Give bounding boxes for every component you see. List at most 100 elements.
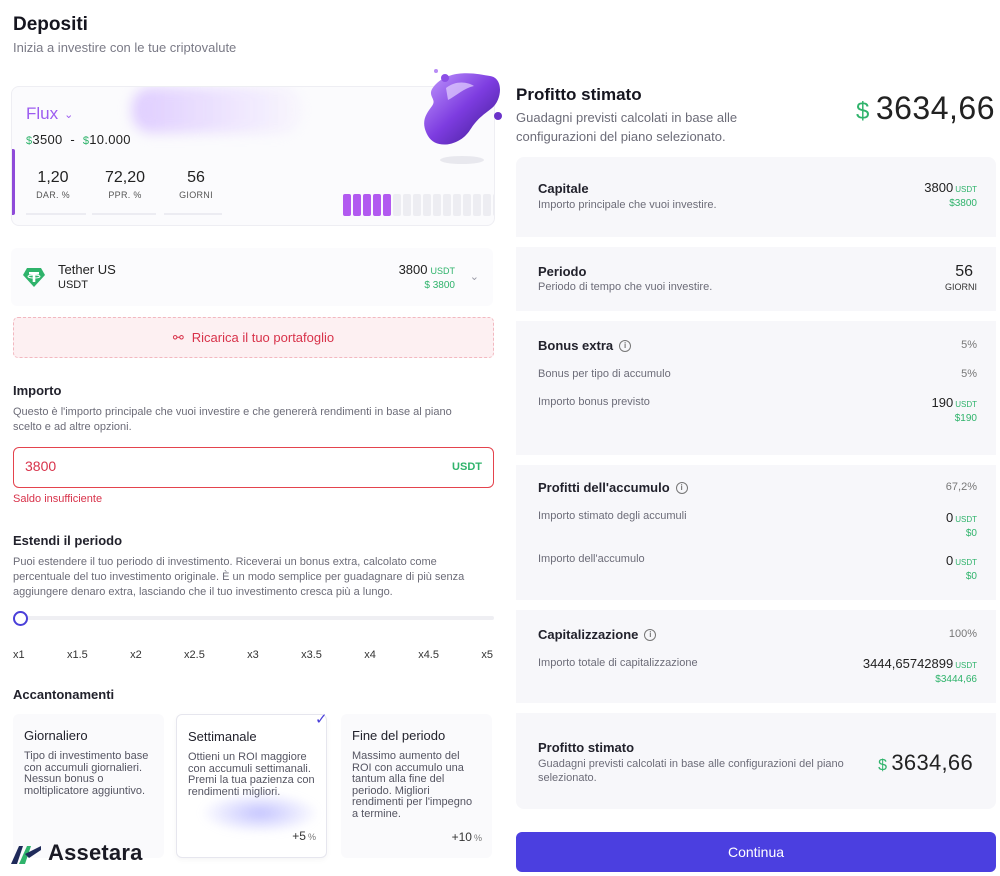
- stat-divider: [26, 213, 86, 215]
- plan-stat-label: DAR. %: [36, 190, 70, 200]
- coins-icon: ⚯: [172, 329, 184, 345]
- capital-value: 3800 USDT: [924, 180, 977, 195]
- wallet-name: Tether US: [58, 262, 116, 277]
- capital-desc: Importo principale che vuoi investire.: [538, 199, 717, 211]
- plan-stat-ppr: 72,20 PPR. %: [88, 169, 162, 200]
- plan-stat-value: 72,20: [104, 169, 146, 186]
- info-icon[interactable]: i: [675, 481, 688, 494]
- wallet-selector[interactable]: Tether US USDT 3800 USDT $ 3800 ⌄: [11, 248, 493, 306]
- chevron-down-icon: ⌄: [64, 108, 74, 121]
- plan-level-segment: [403, 194, 411, 216]
- plan-range-min: 3500: [32, 132, 63, 147]
- bonus-expected-label: Importo bonus previsto: [538, 396, 650, 408]
- accrual-estimated-usd: $0: [965, 528, 977, 539]
- accrual-option-title: Fine del periodo: [352, 728, 446, 743]
- plan-level-segment: [433, 194, 441, 216]
- period-tick-label[interactable]: x1.5: [67, 649, 88, 661]
- period-slider-handle[interactable]: [13, 611, 28, 626]
- assetara-logo-icon: [11, 846, 41, 864]
- amount-section-desc: Questo è l'importo principale che vuoi i…: [13, 406, 452, 433]
- bonus-type-pct: 5%: [961, 368, 977, 380]
- bonus-expected-value: 190 USDT: [932, 395, 977, 410]
- plan-range: $3500 - $10.000: [26, 132, 131, 147]
- summary-amount: $3634,66: [878, 750, 973, 776]
- period-tick-label[interactable]: x1: [13, 649, 25, 661]
- accruals-section-title: Accantonamenti: [13, 687, 115, 702]
- plan-accent-bar: [12, 149, 15, 215]
- capitalization-title: Capitalizzazione i: [538, 627, 657, 642]
- capital-unit: USDT: [955, 185, 977, 194]
- continue-button[interactable]: Continua: [516, 832, 996, 872]
- profit-title: Profitto stimato: [516, 85, 642, 104]
- capital-title-text: Capitale: [538, 181, 589, 196]
- accrual-amount-usd: $0: [965, 571, 977, 582]
- panel-divider: [516, 237, 996, 247]
- dollar-icon: $: [878, 757, 888, 774]
- crypto-blob-icon: [424, 69, 502, 164]
- top-up-label: Ricarica il tuo portafoglio: [191, 330, 335, 345]
- plan-stat-dar: 1,20 DAR. %: [16, 169, 90, 200]
- amount-field[interactable]: USDT: [13, 447, 494, 488]
- plan-stat-value: 1,20: [37, 169, 69, 186]
- capitalization-total-label: Importo totale di capitalizzazione: [538, 657, 698, 669]
- accrual-profit-title-text: Profitti dell'accumulo: [538, 480, 670, 495]
- wallet-amount-usd: $ 3800: [424, 280, 455, 291]
- plan-level-bars: [343, 194, 494, 216]
- capitalization-total-value-text: 3444,65742899: [862, 656, 954, 671]
- capitalization-total-value: 3444,65742899 USDT: [863, 656, 977, 671]
- capitalization-total-usd: $3444,66: [935, 674, 977, 685]
- panel-divider: [516, 703, 996, 713]
- plan-selector[interactable]: Flux ⌄: [26, 104, 73, 124]
- wallet-amount-value: 3800: [398, 262, 428, 277]
- plan-level-segment: [493, 194, 494, 216]
- plan-stat-label: PPR. %: [108, 190, 142, 200]
- top-up-wallet-button[interactable]: ⚯ Ricarica il tuo portafoglio: [13, 317, 494, 358]
- plan-level-segment: [353, 194, 361, 216]
- accrual-estimated-unit: USDT: [955, 515, 977, 524]
- amount-section-title: Importo: [13, 383, 62, 398]
- period-tick-label[interactable]: x3.5: [301, 649, 322, 661]
- plan-range-separator: -: [70, 132, 76, 147]
- plan-stat-giorni: 56 GIORNI: [159, 169, 233, 200]
- period-slider-ticks: x1 x1.5 x2 x2.5 x3 x3.5 x4 x4.5 x5: [13, 649, 493, 661]
- period-value: 56: [955, 263, 973, 280]
- period-tick-label[interactable]: x5: [481, 649, 493, 661]
- accrual-amount-value-text: 0: [945, 553, 954, 568]
- accrual-option-title: Settimanale: [188, 729, 257, 744]
- period-tick-label[interactable]: x2.5: [184, 649, 205, 661]
- amount-input[interactable]: [25, 458, 325, 474]
- amount-unit: USDT: [452, 461, 482, 473]
- period-tick-label[interactable]: x4: [364, 649, 376, 661]
- stat-divider: [164, 213, 222, 215]
- accrual-option-daily[interactable]: Giornaliero Tipo di investimento base co…: [13, 714, 164, 858]
- accrual-option-title: Giornaliero: [24, 728, 88, 743]
- amount-error: Saldo insufficiente: [13, 493, 103, 505]
- wallet-amount: 3800 USDT: [399, 262, 455, 277]
- wallet-amount-unit: USDT: [430, 266, 456, 276]
- plan-level-segment: [343, 194, 351, 216]
- capitalization-pct: 100%: [948, 628, 977, 640]
- accrual-option-end-of-period[interactable]: Fine del periodo Massimo aumento del ROI…: [341, 714, 492, 858]
- info-icon[interactable]: i: [619, 339, 632, 352]
- plan-range-max: 10.000: [89, 132, 131, 147]
- panel-divider: [516, 600, 996, 610]
- summary-description: Guadagni previsti calcolati in base alle…: [538, 758, 844, 784]
- period-slider-track[interactable]: [16, 616, 494, 620]
- period-tick-label[interactable]: x2: [130, 649, 142, 661]
- bonus-pct: 5%: [961, 339, 977, 351]
- accrual-option-weekly[interactable]: Settimanale Ottieni un ROI maggiore con …: [176, 714, 327, 858]
- bonus-expected-unit: USDT: [955, 400, 977, 409]
- checkmark-icon: ✓: [315, 711, 328, 728]
- period-desc: Periodo di tempo che vuoi investire.: [538, 281, 713, 293]
- accrual-amount-unit: USDT: [955, 558, 977, 567]
- info-icon[interactable]: i: [644, 628, 657, 641]
- profit-description: Guadagni previsti calcolati in base alle…: [516, 110, 738, 144]
- period-tick-label[interactable]: x3: [247, 649, 259, 661]
- dollar-icon: $: [855, 98, 870, 125]
- accrual-estimated-value-text: 0: [945, 510, 954, 525]
- capitalization-title-text: Capitalizzazione: [538, 627, 639, 642]
- plan-glow: [132, 87, 302, 133]
- plan-stat-label: GIORNI: [179, 190, 213, 200]
- plan-level-segment: [363, 194, 371, 216]
- period-tick-label[interactable]: x4.5: [418, 649, 439, 661]
